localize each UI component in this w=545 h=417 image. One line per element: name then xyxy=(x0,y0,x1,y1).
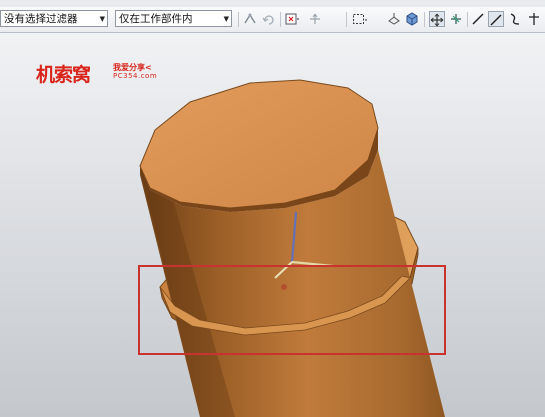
view-icon[interactable] xyxy=(386,11,402,27)
axis-cross-icon[interactable] xyxy=(526,11,542,27)
type-filter-dropdown[interactable]: 没有选择过滤器 ▼ xyxy=(0,10,108,27)
toolbar-separator xyxy=(238,12,239,27)
watermark-url: PC354.com xyxy=(113,72,158,80)
toolbar-separator xyxy=(424,12,425,27)
graphics-viewport[interactable]: 机索窝 我爱分享< PC354.com xyxy=(0,33,545,417)
selection-toolbar: 没有选择过滤器 ▼ 仅在工作部件内 ▼ xyxy=(0,7,545,33)
watermark-logo: 机索窝 我爱分享< PC354.com xyxy=(36,60,158,92)
line-active-icon[interactable] xyxy=(488,11,504,27)
axis-icon[interactable] xyxy=(307,11,323,27)
move-pan-icon[interactable] xyxy=(429,11,445,27)
toolbar-separator xyxy=(346,12,347,27)
line-icon[interactable] xyxy=(470,11,486,27)
shaded-icon[interactable] xyxy=(404,11,420,27)
chevron-down-icon: ▼ xyxy=(99,15,105,23)
rotate-icon[interactable] xyxy=(448,11,464,27)
toolbar-separator xyxy=(467,12,468,27)
watermark-title: 机索窝 xyxy=(36,64,91,86)
point-dialog-icon[interactable] xyxy=(284,11,300,27)
curve-icon[interactable] xyxy=(507,11,523,27)
toolbar-separator xyxy=(280,12,281,27)
scope-filter-dropdown[interactable]: 仅在工作部件内 ▼ xyxy=(115,10,232,27)
type-filter-value: 没有选择过滤器 xyxy=(4,13,78,25)
highlight-rectangle xyxy=(138,265,446,355)
select-rectangle-icon[interactable] xyxy=(351,11,367,27)
snap-point-icon[interactable] xyxy=(242,11,258,27)
undo-icon[interactable] xyxy=(261,11,277,27)
scope-filter-value: 仅在工作部件内 xyxy=(119,13,193,25)
chevron-down-icon: ▼ xyxy=(223,15,229,23)
